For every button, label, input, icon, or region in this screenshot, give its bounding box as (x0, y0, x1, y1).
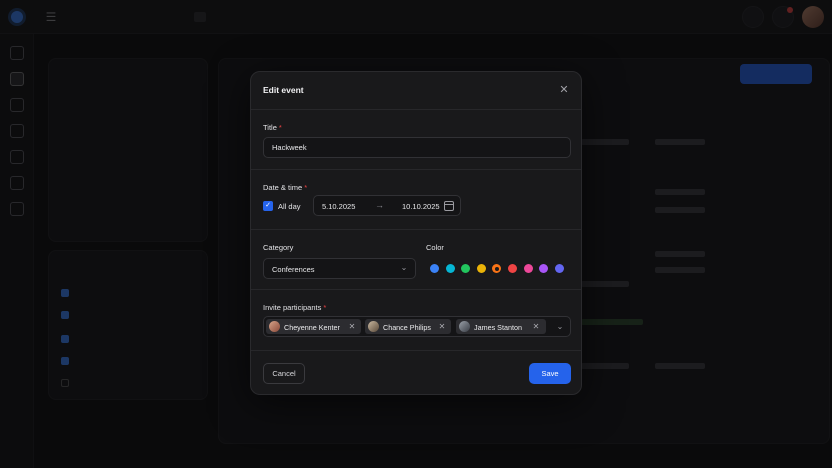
color-swatch[interactable] (476, 264, 486, 273)
cancel-button[interactable]: Cancel (263, 363, 305, 384)
nav-documents-icon[interactable] (10, 150, 24, 164)
participant-name: Chance Philips (383, 322, 431, 332)
event-chip[interactable] (655, 267, 705, 273)
nav-messages-icon[interactable] (10, 124, 24, 138)
event-chip[interactable] (581, 281, 629, 287)
mini-calendar-grid (57, 91, 201, 146)
chevron-down-icon: ⌄ (400, 263, 408, 272)
participants-label: Invite participants * (263, 303, 327, 312)
calendar-item[interactable] (61, 289, 77, 298)
title-section: Title * (251, 110, 581, 170)
participant-chip: Cheyenne Kenter ✕ (266, 319, 361, 334)
new-event-button[interactable] (740, 64, 812, 84)
notifications-button[interactable] (772, 6, 794, 28)
calendars-list (48, 250, 208, 400)
arrow-right-icon: → (375, 200, 384, 210)
start-date[interactable]: 5.10.2025 (322, 202, 355, 211)
participants-select[interactable]: Cheyenne Kenter ✕ Chance Philips ✕ James… (263, 316, 571, 337)
user-avatar[interactable] (802, 6, 824, 28)
category-color-section: Category Conferences ⌄ Color (251, 230, 581, 290)
end-date[interactable]: 10.10.2025 (402, 202, 440, 211)
participant-chip: Chance Philips ✕ (365, 319, 451, 334)
event-chip[interactable] (581, 319, 643, 325)
calendar-icon[interactable] (444, 201, 454, 211)
chevron-down-icon[interactable]: ⌄ (555, 322, 565, 332)
all-day-checkbox[interactable]: ✓ (263, 201, 273, 211)
save-button[interactable]: Save (529, 363, 571, 384)
side-nav (0, 34, 34, 468)
nav-settings-icon[interactable] (10, 202, 24, 216)
event-chip[interactable] (655, 189, 705, 195)
title-input[interactable] (263, 137, 571, 158)
avatar (368, 321, 379, 332)
date-time-label: Date & time * (263, 183, 308, 192)
menu-icon[interactable]: ☰ (44, 10, 58, 24)
x-icon[interactable]: ✕ (347, 321, 357, 332)
check-icon: ✓ (265, 202, 271, 209)
participant-name: James Stanton (474, 322, 522, 332)
nav-reports-icon[interactable] (10, 176, 24, 190)
color-swatch[interactable] (492, 264, 502, 273)
close-icon[interactable]: ✕ (557, 83, 571, 97)
nav-calendar-icon[interactable] (10, 72, 24, 86)
notification-dot (787, 7, 793, 13)
search-input[interactable] (84, 8, 212, 26)
x-icon[interactable]: ✕ (437, 321, 447, 332)
color-swatch[interactable] (461, 264, 471, 273)
all-day-label: All day (278, 202, 301, 211)
calendar-item[interactable] (61, 335, 77, 344)
title-label: Title * (263, 123, 282, 132)
participants-section: Invite participants * Cheyenne Kenter ✕ C… (251, 290, 581, 351)
x-icon[interactable]: ✕ (531, 321, 541, 332)
date-time-section: Date & time * ✓ All day 5.10.2025 → 10.10… (251, 170, 581, 230)
calendar-item[interactable] (61, 311, 77, 320)
color-swatch[interactable] (445, 264, 455, 273)
dialog-header: Edit event ✕ (251, 72, 581, 110)
shortcut-key-icon (194, 12, 206, 22)
participant-chip: James Stanton ✕ (456, 319, 546, 334)
app-logo (8, 8, 26, 26)
calendar-item[interactable] (61, 357, 77, 366)
edit-event-dialog: Edit event ✕ Title* Date & time* ✓ All d… (250, 71, 582, 395)
event-chip[interactable] (581, 363, 629, 369)
color-picker (426, 258, 571, 279)
top-bar: ☰ (0, 0, 832, 34)
date-range-picker[interactable]: 5.10.2025 → 10.10.2025 (313, 195, 461, 216)
category-value: Conferences (272, 265, 315, 274)
nav-tasks-icon[interactable] (10, 98, 24, 112)
dialog-title: Edit event (263, 85, 304, 95)
nav-home-icon[interactable] (10, 46, 24, 60)
event-chip[interactable] (655, 207, 705, 213)
color-swatch[interactable] (430, 264, 439, 273)
color-swatch[interactable] (523, 264, 533, 273)
avatar (459, 321, 470, 332)
category-select[interactable]: Conferences ⌄ (263, 258, 416, 279)
color-swatch[interactable] (507, 264, 517, 273)
mini-calendar (48, 58, 208, 242)
theme-toggle-button[interactable] (742, 6, 764, 28)
event-chip[interactable] (655, 139, 705, 145)
event-chip[interactable] (581, 139, 629, 145)
color-swatch[interactable] (554, 264, 564, 273)
color-swatch[interactable] (539, 264, 549, 273)
participant-name: Cheyenne Kenter (284, 322, 340, 332)
event-chip[interactable] (655, 363, 705, 369)
event-chip[interactable] (655, 251, 705, 257)
calendar-item[interactable] (61, 379, 77, 388)
color-label: Color (426, 243, 444, 252)
avatar (269, 321, 280, 332)
category-label: Category (263, 243, 294, 252)
